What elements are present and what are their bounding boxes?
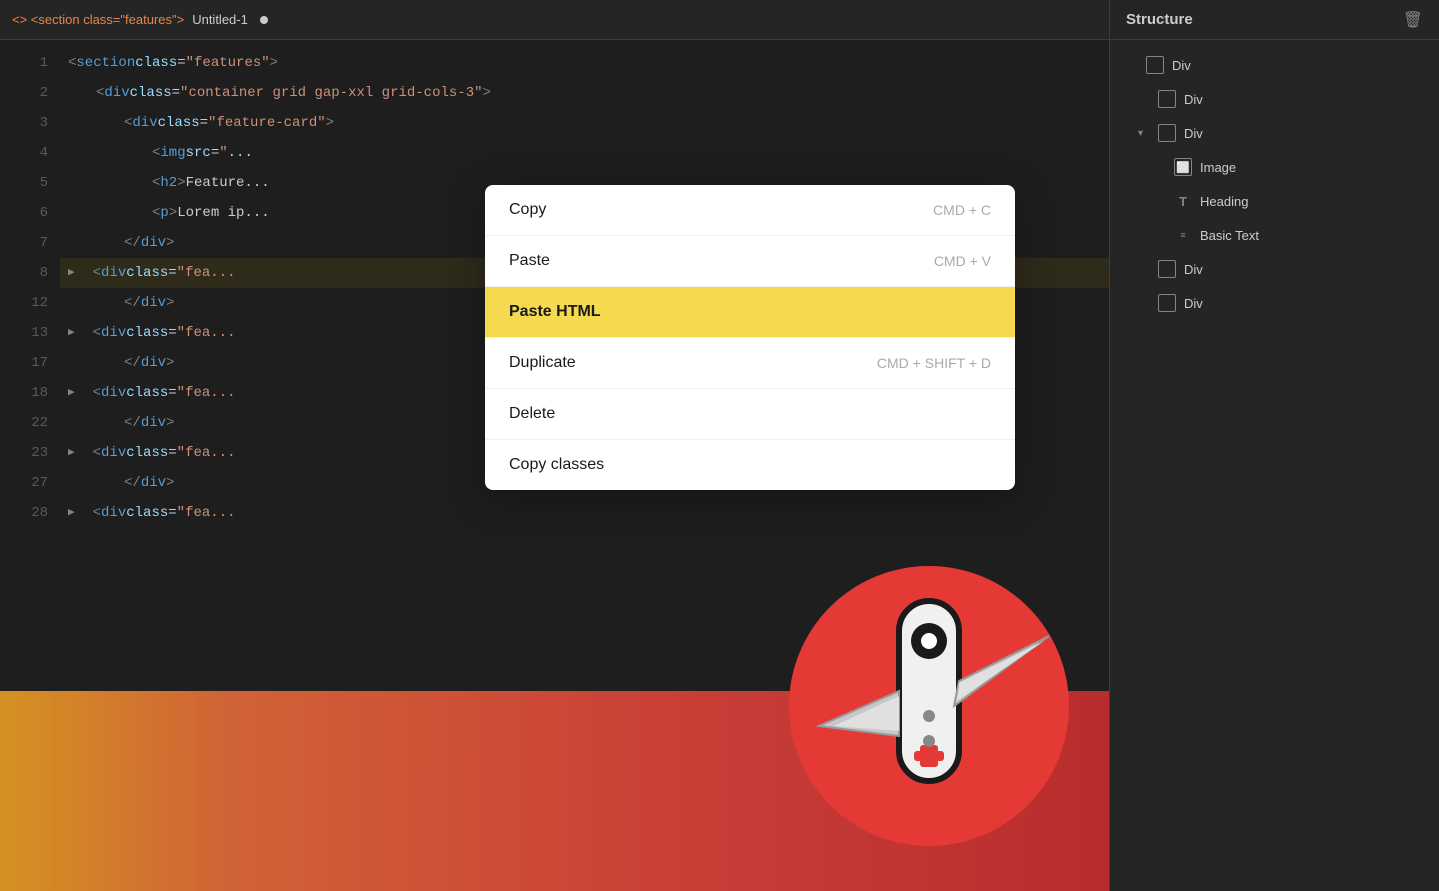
tree-item-label: Heading [1200, 194, 1248, 209]
tree-item-div-4[interactable]: Div [1110, 252, 1439, 286]
panel-header: Structure 🗑 [1110, 0, 1439, 40]
tab-unsaved-dot [260, 16, 268, 24]
heading-icon: T [1174, 192, 1192, 210]
panel-title: Structure [1126, 11, 1193, 28]
tree-item-div-1[interactable]: Div [1110, 48, 1439, 82]
tree-item-div-5[interactable]: Div [1110, 286, 1439, 320]
tree-item-label: Div [1172, 58, 1191, 73]
context-menu-paste-label: Paste [509, 252, 550, 270]
context-menu-delete[interactable]: Delete [485, 389, 1015, 440]
context-menu-copy-label: Copy [509, 201, 546, 219]
tab-filename: Untitled-1 [192, 12, 248, 27]
box-icon [1158, 90, 1176, 108]
context-menu-paste-html[interactable]: Paste HTML [485, 287, 1015, 338]
context-menu-copy[interactable]: Copy CMD + C [485, 185, 1015, 236]
tree-item-div-3[interactable]: ▾ Div [1110, 116, 1439, 150]
context-menu-duplicate-shortcut: CMD + SHIFT + D [877, 355, 991, 371]
context-menu-paste-shortcut: CMD + V [934, 253, 991, 269]
tree-item-div-2[interactable]: Div [1110, 82, 1439, 116]
context-menu-copy-classes[interactable]: Copy classes [485, 440, 1015, 490]
tree-item-image[interactable]: ⬜ Image [1110, 150, 1439, 184]
context-menu-copy-classes-label: Copy classes [509, 456, 604, 474]
tab-breadcrumb: <> <section class="features"> [12, 12, 184, 27]
tree-item-label: Div [1184, 262, 1203, 277]
box-icon [1146, 56, 1164, 74]
context-menu-paste-html-label: Paste HTML [509, 303, 601, 321]
tree-item-basic-text[interactable]: ≡ Basic Text [1110, 218, 1439, 252]
context-menu-duplicate[interactable]: Duplicate CMD + SHIFT + D [485, 338, 1015, 389]
box-icon [1158, 124, 1176, 142]
context-menu-paste[interactable]: Paste CMD + V [485, 236, 1015, 287]
tree-item-label: Basic Text [1200, 228, 1259, 243]
structure-panel: Structure 🗑 Div Div ▾ Div ⬜ Image [1109, 0, 1439, 891]
box-icon [1158, 260, 1176, 278]
text-icon: ≡ [1174, 226, 1192, 244]
context-menu-duplicate-label: Duplicate [509, 354, 576, 372]
tree-item-label: Image [1200, 160, 1236, 175]
trash-icon[interactable]: 🗑 [1403, 10, 1423, 30]
context-menu-copy-shortcut: CMD + C [933, 202, 991, 218]
tree-item-label: Div [1184, 126, 1203, 141]
box-icon [1158, 294, 1176, 312]
knife-illustration [779, 551, 1079, 851]
context-menu: Copy CMD + C Paste CMD + V Paste HTML Du… [485, 185, 1015, 490]
image-icon: ⬜ [1174, 158, 1192, 176]
chevron-down-icon: ▾ [1138, 128, 1150, 139]
structure-tree: Div Div ▾ Div ⬜ Image T Heading ≡ [1110, 40, 1439, 891]
tree-item-heading[interactable]: T Heading [1110, 184, 1439, 218]
tree-item-label: Div [1184, 296, 1203, 311]
context-menu-delete-label: Delete [509, 405, 555, 423]
tree-item-label: Div [1184, 92, 1203, 107]
